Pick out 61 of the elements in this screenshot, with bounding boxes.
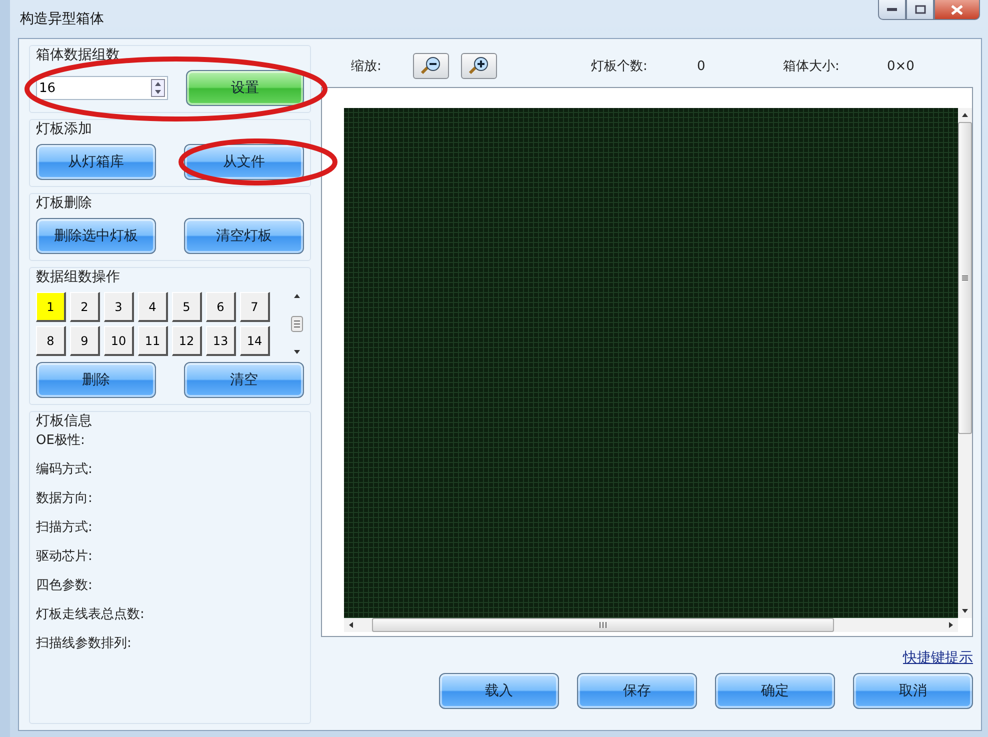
field-label: 四色参数: [36, 577, 94, 595]
close-icon [951, 4, 963, 14]
close-button[interactable] [934, 0, 980, 20]
group-number-button[interactable]: 6 [206, 292, 236, 322]
zoom-in-icon [467, 56, 491, 76]
zoom-out-button[interactable] [413, 53, 449, 79]
grip-icon [599, 621, 607, 629]
field-label: OE极性: [36, 432, 86, 450]
group-number-button[interactable]: 10 [104, 326, 134, 356]
group-title: 数据组数操作 [36, 268, 121, 286]
up-arrow-icon [293, 293, 301, 299]
group-number-button[interactable]: 8 [36, 326, 66, 356]
dialog-button[interactable]: 确定 [715, 673, 835, 709]
vertical-scrollbar[interactable] [958, 108, 972, 618]
group-number-button[interactable]: 9 [70, 326, 100, 356]
panel-count-value: 0 [697, 58, 706, 74]
zoom-label: 缩放: [351, 58, 382, 75]
minimize-icon [887, 8, 897, 12]
down-arrow-icon [293, 349, 301, 355]
field-label: 扫描方式: [36, 519, 94, 537]
dialog-button[interactable]: 载入 [439, 673, 559, 709]
scroll-thumb-icon [291, 316, 303, 332]
group-number-button[interactable]: 2 [70, 292, 100, 322]
group-title: 灯板信息 [36, 412, 93, 430]
minimize-button[interactable] [878, 0, 906, 20]
shortcut-hint-link[interactable]: 快捷键提示 [903, 649, 973, 667]
group-title: 灯板删除 [36, 194, 93, 212]
field-label: 数据方向: [36, 490, 94, 508]
group-number-button[interactable]: 14 [240, 326, 270, 356]
field-label: 驱动芯片: [36, 548, 94, 566]
group-number-button[interactable]: 12 [172, 326, 202, 356]
zoom-out-icon [419, 56, 443, 76]
box-size-label: 箱体大小: [783, 58, 840, 75]
maximize-button[interactable] [906, 0, 934, 20]
dialog-button[interactable]: 取消 [853, 673, 973, 709]
field-label: 编码方式: [36, 461, 94, 479]
group-number-button[interactable]: 7 [240, 292, 270, 322]
group-title: 灯板添加 [36, 120, 93, 138]
group-action-button[interactable]: 清空 [184, 362, 304, 398]
horizontal-scrollbar[interactable] [344, 618, 958, 632]
add-panel-button[interactable]: 从灯箱库 [36, 144, 156, 180]
group-number-button[interactable]: 3 [104, 292, 134, 322]
box-size-value: 0×0 [887, 58, 916, 74]
grip-icon [961, 275, 969, 281]
group-number-button[interactable]: 13 [206, 326, 236, 356]
dialog-button[interactable]: 保存 [577, 673, 697, 709]
delete-panel-button[interactable]: 清空灯板 [184, 218, 304, 254]
maximize-icon [914, 5, 926, 14]
group-number-button[interactable]: 4 [138, 292, 168, 322]
delete-panel-button[interactable]: 删除选中灯板 [36, 218, 156, 254]
group-action-button[interactable]: 删除 [36, 362, 156, 398]
panel-count-label: 灯板个数: [591, 58, 648, 75]
field-label: 灯板走线表总点数: [36, 606, 146, 624]
group-number-button[interactable]: 11 [138, 326, 168, 356]
group-number-button[interactable]: 1 [36, 292, 66, 322]
group-number-button[interactable]: 5 [172, 292, 202, 322]
scrollbar[interactable] [290, 293, 304, 355]
set-button[interactable]: 设置 [186, 70, 304, 106]
zoom-in-button[interactable] [461, 53, 497, 79]
field-label: 扫描线参数排列: [36, 635, 132, 653]
window-title: 构造异型箱体 [20, 10, 104, 28]
